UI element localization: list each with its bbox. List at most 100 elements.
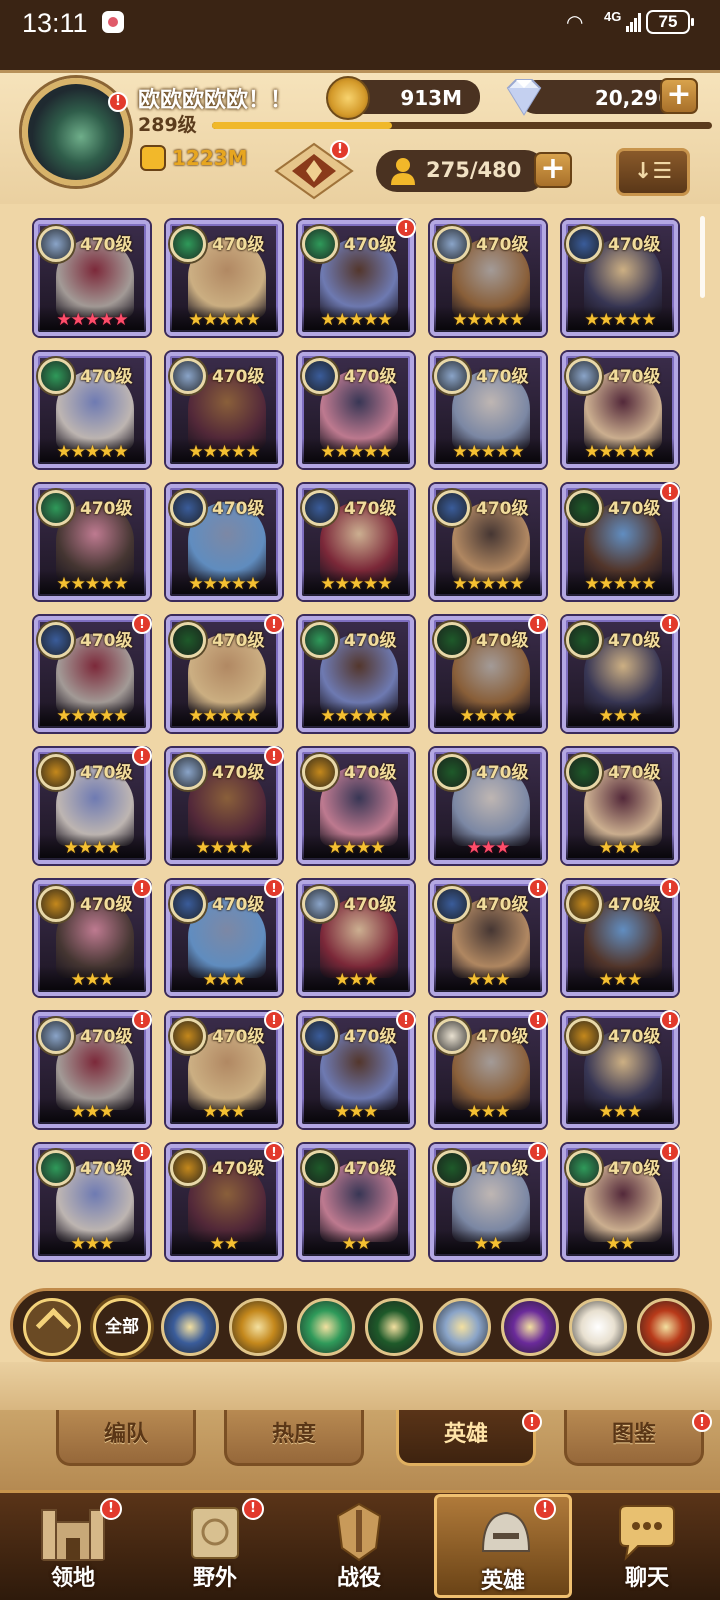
maulers-faction-icon: [302, 754, 338, 790]
tab-popularity[interactable]: 热度: [224, 1410, 364, 1466]
lightbearer-faction-icon: [302, 490, 338, 526]
hero-notification-badge: !: [264, 746, 284, 766]
hero-stars: ★★★: [598, 838, 643, 858]
hero-stars: ★★★★★: [188, 310, 260, 330]
graveborn-faction-icon: [566, 754, 602, 790]
hero-stars: ★★: [605, 1234, 635, 1254]
filter-dimensional-icon[interactable]: [569, 1298, 627, 1356]
hero-level: 470级: [80, 367, 133, 387]
graveborn-faction-icon: [434, 622, 470, 658]
celestial-faction-icon: [38, 1018, 74, 1054]
hero-stars: ★★★★: [63, 838, 122, 858]
maulers-faction-icon: [38, 754, 74, 790]
celestial-faction-icon: [170, 754, 206, 790]
add-gems-button[interactable]: +: [660, 78, 698, 114]
wilder-faction-icon: [302, 226, 338, 262]
celestial-faction-icon: [302, 886, 338, 922]
celestial-faction-icon: [170, 358, 206, 394]
hero-level: 470级: [608, 631, 661, 651]
status-bar: 13:11 ◠ 4G 75: [0, 0, 720, 46]
chat-bubble-icon: [619, 1505, 675, 1561]
hero-stars: ★★★★★: [320, 574, 392, 594]
hero-notification-badge: !: [132, 614, 152, 634]
collapse-filter-button[interactable]: [23, 1298, 81, 1356]
filter-celestial-icon[interactable]: [433, 1298, 491, 1356]
filter-graveborn-icon[interactable]: [365, 1298, 423, 1356]
hero-level: 470级: [212, 367, 265, 387]
hero-notification-badge: !: [528, 878, 548, 898]
hero-stars: ★★★: [466, 1102, 511, 1122]
graveborn-faction-icon: [434, 754, 470, 790]
hero-grid-scrollbar[interactable]: [700, 216, 705, 298]
hero-stars: ★★★★★: [584, 310, 656, 330]
hero-notification-badge: !: [528, 1010, 548, 1030]
hero-stars: ★★★★★: [56, 442, 128, 462]
hero-stars: ★★★: [202, 1102, 247, 1122]
network-type: 4G: [604, 9, 622, 24]
filter-lightbearer-icon[interactable]: [161, 1298, 219, 1356]
nav-chat[interactable]: 聊天: [578, 1494, 716, 1598]
graveborn-faction-icon: [170, 622, 206, 658]
nav-campaign-label: 战役: [336, 1566, 381, 1591]
hero-stars: ★★: [473, 1234, 503, 1254]
nav-chat-label: 聊天: [624, 1566, 669, 1591]
hero-level: 470级: [608, 499, 661, 519]
hero-notification-badge: !: [660, 482, 680, 502]
hero-notification-badge: !: [528, 614, 548, 634]
tab-formation[interactable]: 编队: [56, 1410, 196, 1466]
filter-maulers-icon[interactable]: [229, 1298, 287, 1356]
nav-territory-label: 领地: [50, 1566, 95, 1591]
filter-wilder-icon[interactable]: [297, 1298, 355, 1356]
tab-codex[interactable]: 图鉴: [564, 1410, 704, 1466]
battery-indicator: 75: [646, 10, 694, 34]
avatar-notification-badge: !: [108, 92, 128, 112]
hero-stars: ★★★: [334, 1102, 379, 1122]
hero-level: 470级: [344, 1159, 397, 1179]
hero-stars: ★★★★★: [56, 574, 128, 594]
graveborn-faction-icon: [434, 1150, 470, 1186]
hero-level: 470级: [608, 1159, 661, 1179]
tab-heroes[interactable]: 英雄: [396, 1410, 536, 1466]
sort-icon: ↓☰: [633, 159, 673, 184]
hero-level: 470级: [212, 763, 265, 783]
hero-stars: ★★★★★: [452, 310, 524, 330]
signal-icon: [626, 12, 642, 32]
hero-notification-badge: !: [132, 746, 152, 766]
hero-level: 470级: [476, 763, 529, 783]
xp-bar: [212, 122, 712, 129]
hero-stars: ★★★: [202, 970, 247, 990]
celestial-faction-icon: [38, 226, 74, 262]
hero-stars: ★★★: [70, 1234, 115, 1254]
nav-campaign[interactable]: 战役: [290, 1494, 428, 1598]
sort-button[interactable]: ↓☰: [616, 148, 690, 196]
wilder-faction-icon: [38, 1150, 74, 1186]
add-hero-slots-button[interactable]: +: [534, 152, 572, 188]
graveborn-faction-icon: [302, 1150, 338, 1186]
status-time: 13:11: [22, 8, 88, 38]
hero-stars: ★★★: [598, 1102, 643, 1122]
hero-stars: ★★★★: [195, 838, 254, 858]
hero-level: 470级: [344, 1027, 397, 1047]
wifi-icon: ◠: [566, 12, 584, 34]
hero-stars: ★★★★★: [188, 706, 260, 726]
filter-draconis-icon[interactable]: [637, 1298, 695, 1356]
hero-level: 470级: [80, 1159, 133, 1179]
filter-hypogean-icon[interactable]: [501, 1298, 559, 1356]
hero-level: 470级: [476, 367, 529, 387]
hero-level: 470级: [344, 763, 397, 783]
hero-stars: ★★★: [466, 970, 511, 990]
hero-level: 470级: [476, 499, 529, 519]
hero-level: 470级: [80, 763, 133, 783]
wilder-faction-icon: [38, 358, 74, 394]
hero-stars: ★★★: [466, 838, 511, 858]
hero-level: 470级: [476, 631, 529, 651]
hero-level: 470级: [80, 895, 133, 915]
lightbearer-faction-icon: [302, 1018, 338, 1054]
hero-stars: ★★: [209, 1234, 239, 1254]
filter-all-button[interactable]: 全部: [93, 1298, 151, 1356]
hero-notification-badge: !: [264, 878, 284, 898]
gold-coin-icon: [326, 76, 370, 120]
xp-bar-fill: [212, 122, 392, 129]
hero-level: 470级: [212, 235, 265, 255]
hero-notification-badge: !: [264, 614, 284, 634]
